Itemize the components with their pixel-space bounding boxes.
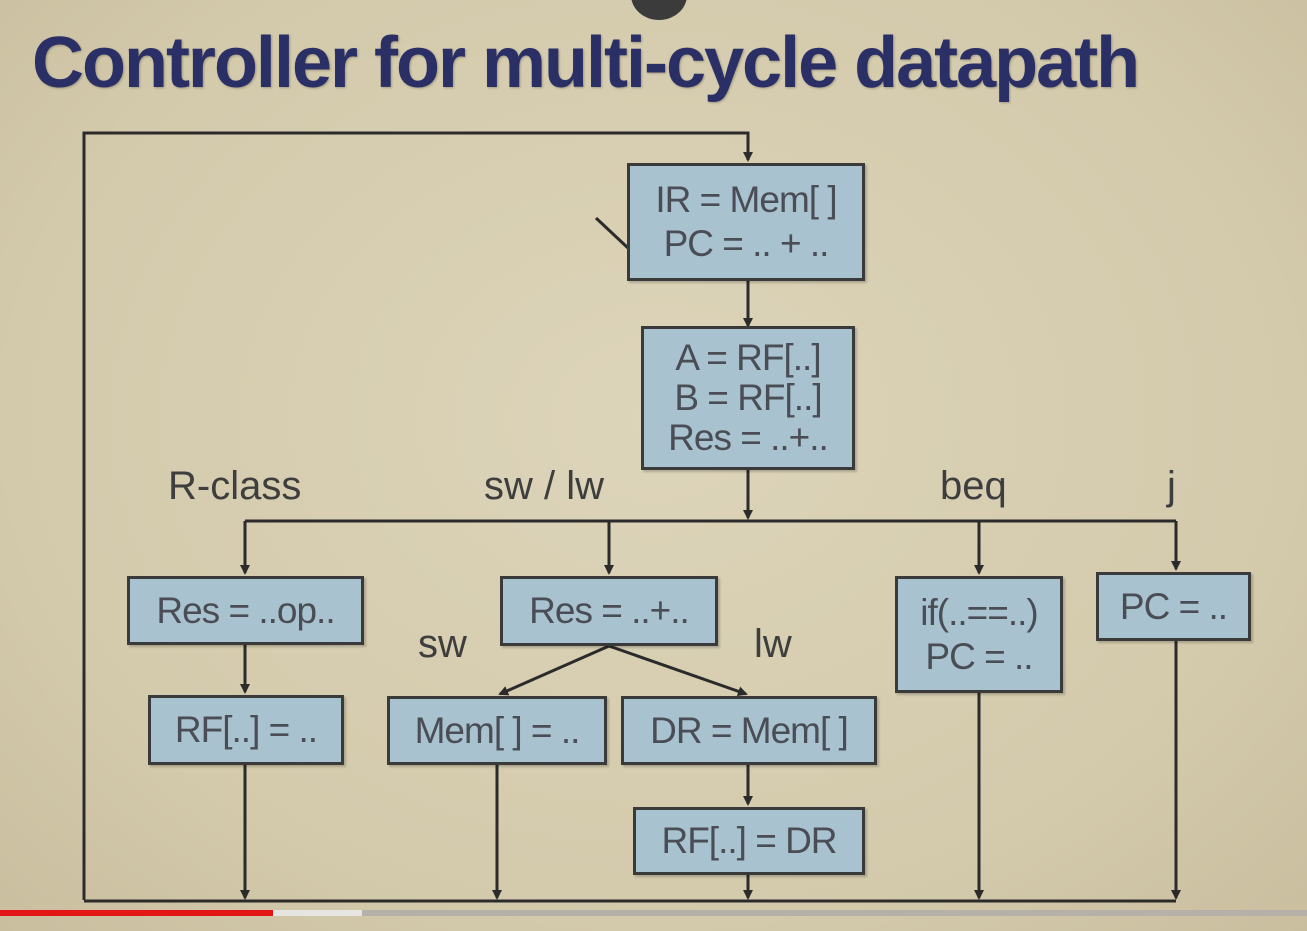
state-jump: PC = .. xyxy=(1096,572,1251,641)
state-beq-line-2: PC = .. xyxy=(925,635,1033,677)
state-lw-load: DR = Mem[ ] xyxy=(621,696,877,765)
state-mem-addr-line-1: Res = ..+.. xyxy=(529,590,690,631)
state-fetch-line-1: IR = Mem[ ] xyxy=(655,179,837,220)
state-lw-load-line-1: DR = Mem[ ] xyxy=(650,709,849,751)
label-j: j xyxy=(1167,464,1176,508)
state-decode-line-1: A = RF[..] xyxy=(675,337,821,378)
start-marker xyxy=(594,216,630,250)
state-r-exec: Res = ..op.. xyxy=(127,576,364,645)
state-fetch-line-2: PC = .. + .. xyxy=(663,223,830,264)
addr-to-lw-wire xyxy=(608,644,748,697)
state-lw-write-line-1: RF[..] = DR xyxy=(661,820,837,861)
label-sw: sw xyxy=(418,622,467,666)
state-sw-store-line-1: Mem[ ] = .. xyxy=(414,709,581,751)
slide: Controller for multi-cycle datapath IR =… xyxy=(0,0,1307,931)
state-fetch: IR = Mem[ ] PC = .. + .. xyxy=(627,163,865,281)
state-sw-store: Mem[ ] = .. xyxy=(387,696,607,765)
video-progress-fill xyxy=(0,910,274,916)
state-beq-line-1: if(..==..) xyxy=(920,591,1038,633)
state-r-write: RF[..] = .. xyxy=(148,695,344,765)
label-r-class: R-class xyxy=(168,464,302,508)
state-r-write-line-1: RF[..] = .. xyxy=(174,709,318,750)
state-lw-write: RF[..] = DR xyxy=(633,807,865,875)
addr-to-sw-wire xyxy=(498,644,610,696)
state-jump-line-1: PC = .. xyxy=(1119,585,1228,627)
state-mem-addr: Res = ..+.. xyxy=(500,576,718,646)
state-decode: A = RF[..] B = RF[..] Res = ..+.. xyxy=(641,326,855,470)
label-beq: beq xyxy=(940,464,1007,508)
state-r-exec-line-1: Res = ..op.. xyxy=(156,589,335,631)
state-decode-line-3: Res = ..+.. xyxy=(668,417,829,458)
state-beq: if(..==..) PC = .. xyxy=(895,576,1063,693)
state-decode-line-2: B = RF[..] xyxy=(674,377,822,418)
label-lw: lw xyxy=(754,622,792,666)
label-sw-lw: sw / lw xyxy=(484,464,604,508)
